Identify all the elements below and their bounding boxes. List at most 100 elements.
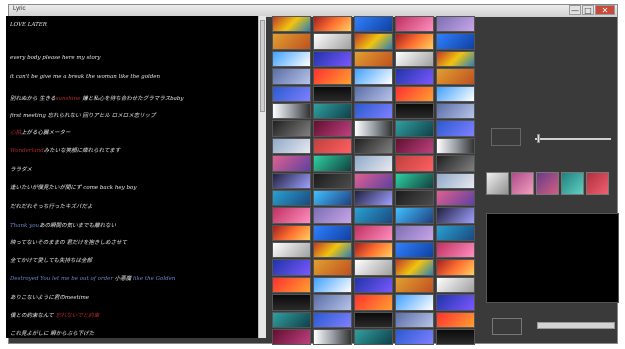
thumbnail[interactable] — [436, 68, 475, 85]
thumbnail[interactable] — [395, 16, 434, 33]
thumbnail[interactable] — [272, 137, 311, 155]
thumbnail[interactable] — [313, 33, 352, 50]
thumbnail[interactable] — [313, 207, 352, 224]
thumbnail[interactable] — [395, 189, 434, 207]
thumbnail[interactable] — [354, 207, 393, 224]
swatch[interactable] — [511, 172, 534, 195]
thumbnail[interactable] — [436, 189, 475, 207]
thumbnail[interactable] — [313, 172, 352, 189]
thumbnail[interactable] — [313, 189, 352, 207]
thumbnail[interactable] — [395, 311, 434, 329]
thumbnail[interactable] — [395, 102, 434, 120]
swatch[interactable] — [586, 172, 609, 195]
thumbnail[interactable] — [436, 242, 475, 259]
thumbnail[interactable] — [272, 259, 311, 276]
thumbnail[interactable] — [436, 329, 475, 346]
thumbnail[interactable] — [272, 85, 311, 102]
thumbnail[interactable] — [354, 120, 393, 137]
thumbnail[interactable] — [313, 137, 352, 155]
thumbnail[interactable] — [354, 189, 393, 207]
thumbnail[interactable] — [395, 329, 434, 346]
thumbnail[interactable] — [313, 16, 352, 33]
thumbnail[interactable] — [313, 120, 352, 137]
thumbnail[interactable] — [395, 242, 434, 259]
thumbnail[interactable] — [272, 329, 311, 346]
thumbnail[interactable] — [395, 85, 434, 102]
close-button[interactable]: ✕ — [595, 5, 615, 15]
thumbnail[interactable] — [395, 120, 434, 137]
thumbnail[interactable] — [436, 155, 475, 172]
thumbnail[interactable] — [272, 242, 311, 259]
thumbnail[interactable] — [354, 294, 393, 311]
thumbnail[interactable] — [354, 85, 393, 102]
thumbnail[interactable] — [313, 68, 352, 85]
thumbnail[interactable] — [436, 16, 475, 33]
thumbnail[interactable] — [436, 102, 475, 120]
thumbnail[interactable] — [272, 50, 311, 68]
thumbnail[interactable] — [436, 120, 475, 137]
thumbnail[interactable] — [395, 50, 434, 68]
thumbnail[interactable] — [313, 294, 352, 311]
thumbnail[interactable] — [272, 224, 311, 242]
thumbnail[interactable] — [395, 207, 434, 224]
thumbnail[interactable] — [313, 85, 352, 102]
thumbnail[interactable] — [313, 329, 352, 346]
thumbnail[interactable] — [354, 68, 393, 85]
thumbnail[interactable] — [395, 172, 434, 189]
thumbnail[interactable] — [436, 207, 475, 224]
lyrics-panel[interactable]: LOVE LATER every body please here my stor… — [6, 16, 258, 338]
maximize-button[interactable]: □ — [582, 5, 594, 15]
thumbnail[interactable] — [313, 276, 352, 294]
thumbnail[interactable] — [436, 259, 475, 276]
thumbnail[interactable] — [354, 155, 393, 172]
thumbnail[interactable] — [436, 137, 475, 155]
thumbnail[interactable] — [354, 172, 393, 189]
thumbnail[interactable] — [354, 242, 393, 259]
bottom-progress-bar[interactable] — [537, 322, 615, 329]
thumbnail[interactable] — [272, 120, 311, 137]
thumbnail[interactable] — [354, 33, 393, 50]
thumbnail[interactable] — [313, 259, 352, 276]
thumbnail[interactable] — [272, 207, 311, 224]
swatch[interactable] — [561, 172, 584, 195]
thumbnail[interactable] — [395, 155, 434, 172]
thumbnail[interactable] — [354, 16, 393, 33]
thumbnail[interactable] — [313, 242, 352, 259]
thumbnail[interactable] — [272, 172, 311, 189]
thumbnail[interactable] — [436, 276, 475, 294]
thumbnail[interactable] — [395, 33, 434, 50]
thumbnail[interactable] — [354, 276, 393, 294]
thumbnail[interactable] — [313, 311, 352, 329]
thumbnail[interactable] — [395, 259, 434, 276]
thumbnail[interactable] — [272, 68, 311, 85]
thumbnail[interactable] — [436, 224, 475, 242]
bottom-value-box[interactable] — [492, 318, 522, 335]
thumbnail[interactable] — [395, 68, 434, 85]
lyrics-scrollbar[interactable] — [258, 16, 266, 338]
slider-knob[interactable] — [537, 134, 540, 143]
swatch[interactable] — [536, 172, 559, 195]
thumbnail[interactable] — [272, 311, 311, 329]
thumbnail[interactable] — [272, 102, 311, 120]
thumbnail[interactable] — [272, 189, 311, 207]
thumbnail[interactable] — [395, 276, 434, 294]
thumbnail[interactable] — [395, 224, 434, 242]
thumbnail[interactable] — [272, 276, 311, 294]
thumbnail[interactable] — [354, 102, 393, 120]
slider-track[interactable] — [535, 138, 611, 140]
thumbnail[interactable] — [354, 329, 393, 346]
thumbnail[interactable] — [354, 259, 393, 276]
thumbnail[interactable] — [354, 311, 393, 329]
thumbnail[interactable] — [395, 294, 434, 311]
thumbnail[interactable] — [436, 294, 475, 311]
thumbnail[interactable] — [395, 137, 434, 155]
thumbnail[interactable] — [272, 294, 311, 311]
thumbnail[interactable] — [313, 224, 352, 242]
thumbnail[interactable] — [272, 33, 311, 50]
thumbnail[interactable] — [436, 50, 475, 68]
thumbnail[interactable] — [354, 50, 393, 68]
scroll-thumb[interactable] — [260, 20, 265, 112]
thumbnail[interactable] — [436, 172, 475, 189]
swatch[interactable] — [486, 172, 509, 195]
thumbnail[interactable] — [354, 137, 393, 155]
